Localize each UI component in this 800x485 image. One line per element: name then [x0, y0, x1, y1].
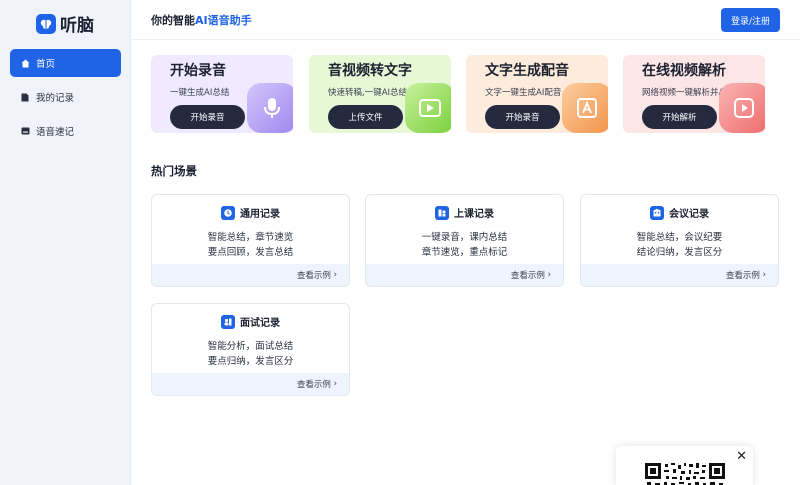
start-recording-button[interactable]: 开始录音	[170, 105, 245, 129]
card-desc-line: 要点回顾，发言总结	[207, 247, 294, 258]
chevron-right-icon: ›	[333, 270, 337, 280]
play-icon	[719, 83, 765, 133]
close-icon[interactable]: ✕	[736, 450, 747, 463]
sidebar-item-label: 首页	[36, 59, 56, 70]
card-desc-line: 智能总结，会议纪要	[636, 232, 723, 243]
view-example-link[interactable]: 查看示例 ›	[581, 264, 778, 286]
chevron-right-icon: ›	[762, 270, 766, 280]
view-example-label: 查看示例	[296, 271, 331, 281]
view-example-link[interactable]: 查看示例 ›	[152, 264, 349, 286]
card-head: 通用记录	[152, 205, 349, 220]
brain-logo-icon	[36, 13, 56, 34]
class-record-icon	[435, 205, 449, 220]
feature-title: 文字生成配音	[485, 63, 569, 79]
start-parse-button[interactable]: 开始解析	[642, 105, 717, 129]
sidebar: 听脑 首页 我的记录 语音速记	[0, 0, 131, 485]
start-dubbing-button[interactable]: 开始录音	[485, 105, 560, 129]
main-content: 开始录音 一键生成AI总结 开始录音 音视频转文字 快速转稿,一键AI总结 上传…	[131, 40, 800, 485]
card-title: 上课记录	[454, 209, 494, 220]
keyboard-icon	[20, 126, 30, 136]
card-head: 面试记录	[152, 314, 349, 329]
card-title: 会议记录	[669, 209, 709, 220]
feature-subtitle: 快速转稿,一键AI总结	[328, 88, 408, 98]
meeting-record-icon	[650, 205, 664, 220]
section-title: 热门场景	[151, 164, 197, 178]
logo-text: 听脑	[60, 16, 94, 36]
microphone-icon	[247, 83, 293, 133]
feature-title: 音视频转文字	[328, 63, 412, 79]
feature-title: 开始录音	[170, 63, 226, 79]
qr-code-icon	[645, 463, 725, 485]
logo[interactable]: 听脑	[36, 11, 94, 36]
card-title: 通用记录	[240, 209, 280, 220]
feature-subtitle: 文字一键生成AI配音	[485, 88, 562, 98]
view-example-label: 查看示例	[510, 271, 545, 281]
card-title: 面试记录	[240, 318, 280, 329]
sidebar-nav: 首页 我的记录 语音速记	[10, 49, 121, 151]
document-icon	[20, 92, 30, 102]
title-prefix: 你的智能	[151, 14, 195, 27]
view-example-label: 查看示例	[725, 271, 760, 281]
header: 你的智能AI语音助手 登录/注册	[131, 0, 800, 40]
interview-record-icon	[221, 314, 235, 329]
card-head: 会议记录	[581, 205, 778, 220]
feature-card-transcribe[interactable]: 音视频转文字 快速转稿,一键AI总结 上传文件	[309, 55, 451, 133]
card-head: 上课记录	[366, 205, 563, 220]
card-desc-line: 智能总结，章节速览	[207, 232, 294, 243]
qr-code-popup: ✕	[616, 446, 753, 485]
chevron-right-icon: ›	[333, 379, 337, 389]
view-example-label: 查看示例	[296, 380, 331, 390]
home-icon	[20, 58, 30, 68]
view-example-link[interactable]: 查看示例 ›	[366, 264, 563, 286]
scene-card-class[interactable]: 上课记录 一键录音，课内总结 章节速览，重点标记 查看示例 ›	[365, 194, 564, 287]
sidebar-item-label: 我的记录	[36, 93, 75, 104]
upload-file-button[interactable]: 上传文件	[328, 105, 403, 129]
chevron-right-icon: ›	[547, 270, 551, 280]
feature-card-video-parse[interactable]: 在线视频解析 网络视频一键解析并AI总结 开始解析	[623, 55, 765, 133]
card-desc-line: 一键录音，课内总结	[421, 232, 508, 243]
feature-title: 在线视频解析	[642, 63, 726, 79]
feature-subtitle: 一键生成AI总结	[170, 88, 230, 98]
title-ai: AI语音助手	[195, 14, 252, 27]
sidebar-item-home[interactable]: 首页	[10, 49, 121, 77]
sidebar-item-voice-notes[interactable]: 语音速记	[10, 117, 121, 145]
view-example-link[interactable]: 查看示例 ›	[152, 373, 349, 395]
scene-card-interview[interactable]: 面试记录 智能分析，面试总结 要点归纳，发言区分 查看示例 ›	[151, 303, 350, 396]
page-title: 你的智能AI语音助手	[151, 12, 252, 28]
card-desc-line: 要点归纳，发言区分	[207, 356, 294, 367]
card-desc-line: 章节速览，重点标记	[421, 247, 508, 258]
card-desc-line: 结论归纳，发言区分	[636, 247, 723, 258]
general-record-icon	[221, 205, 235, 220]
feature-card-record[interactable]: 开始录音 一键生成AI总结 开始录音	[151, 55, 293, 133]
feature-card-tts[interactable]: 文字生成配音 文字一键生成AI配音 开始录音	[466, 55, 608, 133]
sidebar-item-my-records[interactable]: 我的记录	[10, 83, 121, 111]
login-register-button[interactable]: 登录/注册	[721, 8, 780, 32]
video-file-icon	[405, 83, 451, 133]
card-desc-line: 智能分析，面试总结	[207, 341, 294, 352]
sidebar-item-label: 语音速记	[36, 127, 75, 138]
scene-card-general[interactable]: 通用记录 智能总结，章节速览 要点回顾，发言总结 查看示例 ›	[151, 194, 350, 287]
text-audio-icon	[562, 83, 608, 133]
scene-card-meeting[interactable]: 会议记录 智能总结，会议纪要 结论归纳，发言区分 查看示例 ›	[580, 194, 779, 287]
